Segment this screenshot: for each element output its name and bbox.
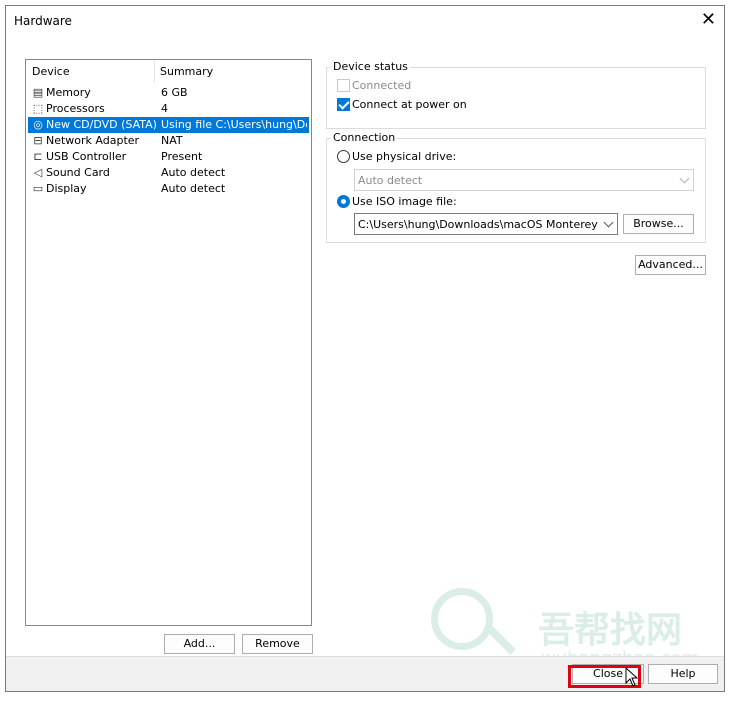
- device-name: Display: [46, 182, 87, 195]
- use-iso-image-radio[interactable]: [337, 195, 350, 208]
- device-name: Memory: [46, 86, 91, 99]
- use-iso-image-label: Use ISO image file:: [352, 195, 457, 208]
- device-summary: 4: [161, 102, 168, 115]
- device-row-network-adapter[interactable]: ⊟ Network Adapter NAT: [28, 133, 309, 149]
- device-summary: 6 GB: [161, 86, 188, 99]
- chevron-down-icon: [679, 173, 690, 184]
- cd-dvd-icon: ◎: [33, 118, 43, 131]
- device-row-memory[interactable]: ▤ Memory 6 GB: [28, 85, 309, 101]
- device-row-sound-card[interactable]: ◁ Sound Card Auto detect: [28, 165, 309, 181]
- connection-label: Connection: [331, 131, 398, 144]
- sound-icon: ◁: [33, 166, 43, 179]
- display-icon: ▭: [32, 182, 44, 195]
- device-summary: Using file C:\Users\hung\Do...: [161, 118, 307, 131]
- column-header-summary[interactable]: Summary: [160, 65, 213, 78]
- device-row-display[interactable]: ▭ Display Auto detect: [28, 181, 309, 197]
- mouse-cursor-icon: [625, 667, 639, 687]
- processor-icon: ⬚: [32, 102, 44, 115]
- network-adapter-icon: ⊟: [33, 134, 43, 147]
- connect-at-power-on-checkbox[interactable]: [337, 98, 350, 111]
- device-list[interactable]: Device Summary ▤ Memory 6 GB ⬚ Processor…: [25, 59, 312, 626]
- device-row-cd-dvd[interactable]: ◎ New CD/DVD (SATA) Using file C:\Users\…: [28, 117, 309, 133]
- close-icon[interactable]: ✕: [701, 10, 716, 30]
- watermark-handle: [486, 625, 516, 655]
- device-name: USB Controller: [46, 150, 127, 163]
- device-summary: Auto detect: [161, 166, 226, 179]
- hardware-dialog: Hardware ✕ Device Summary ▤ Memory 6 GB …: [5, 5, 725, 692]
- iso-image-path-combo[interactable]: C:\Users\hung\Downloads\macOS Monterey b…: [354, 213, 618, 235]
- device-summary: Auto detect: [161, 182, 226, 195]
- dialog-body: Device Summary ▤ Memory 6 GB ⬚ Processor…: [6, 36, 724, 669]
- physical-drive-value: Auto detect: [358, 174, 423, 187]
- device-name: Network Adapter: [46, 134, 140, 147]
- device-name: New CD/DVD (SATA): [46, 118, 157, 131]
- usb-icon: ⊏: [33, 150, 43, 163]
- use-physical-drive-radio[interactable]: [337, 150, 350, 163]
- title-bar: Hardware ✕: [6, 6, 724, 36]
- window-title: Hardware: [14, 14, 72, 28]
- advanced-button[interactable]: Advanced...: [635, 255, 706, 275]
- device-summary: Present: [161, 150, 203, 163]
- watermark-search-icon: [431, 588, 493, 650]
- device-row-usb-controller[interactable]: ⊏ USB Controller Present: [28, 149, 309, 165]
- help-button[interactable]: Help: [648, 664, 718, 684]
- connected-label: Connected: [352, 79, 412, 92]
- connect-at-power-on-label: Connect at power on: [352, 98, 467, 111]
- column-divider: [154, 60, 155, 82]
- column-header-device[interactable]: Device: [32, 65, 70, 78]
- remove-button[interactable]: Remove: [242, 634, 313, 654]
- physical-drive-select[interactable]: Auto detect: [354, 169, 694, 191]
- device-summary: NAT: [161, 134, 183, 147]
- iso-image-path-value: C:\Users\hung\Downloads\macOS Monterey b…: [358, 218, 599, 231]
- device-row-processors[interactable]: ⬚ Processors 4: [28, 101, 309, 117]
- device-name: Processors: [46, 102, 105, 115]
- memory-icon: ▤: [32, 86, 44, 99]
- use-physical-drive-label: Use physical drive:: [352, 150, 457, 163]
- chevron-down-icon: [603, 217, 614, 228]
- connected-checkbox[interactable]: [337, 79, 350, 92]
- device-status-label: Device status: [331, 60, 410, 73]
- watermark-text: 吾帮找网: [538, 610, 683, 651]
- device-name: Sound Card: [46, 166, 110, 179]
- add-button[interactable]: Add...: [164, 634, 235, 654]
- browse-button[interactable]: Browse...: [623, 214, 694, 234]
